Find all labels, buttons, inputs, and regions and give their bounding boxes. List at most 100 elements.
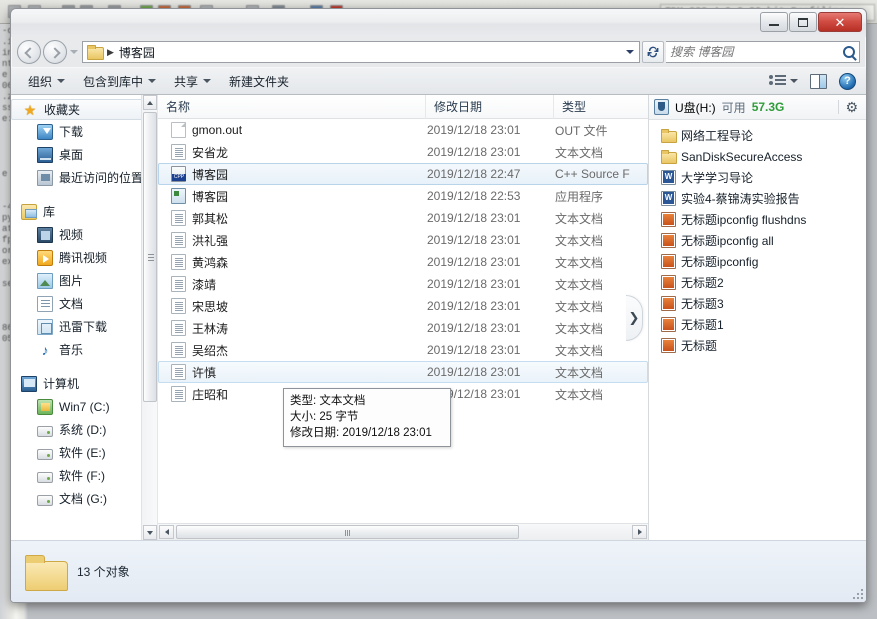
toolbar-right-group: ? <box>769 72 858 90</box>
scroll-down-button[interactable] <box>143 525 157 540</box>
sidebar-item-label: 软件 (E:) <box>59 446 106 460</box>
table-row[interactable]: 吴绍杰 2019/12/18 23:01 文本文档 <box>158 339 648 361</box>
minimize-button[interactable] <box>760 12 788 32</box>
table-row[interactable]: 安省龙 2019/12/18 23:01 文本文档 <box>158 141 648 163</box>
navigation-scrollbar[interactable] <box>141 95 157 540</box>
ppt-doc-icon <box>661 338 676 353</box>
sidebar-item-downloads[interactable]: 下载 <box>11 120 157 143</box>
preview-pane-icon[interactable] <box>810 73 827 89</box>
column-header-type[interactable]: 类型 <box>554 95 648 119</box>
folder-icon <box>661 128 677 143</box>
toolbar-include-in-library[interactable]: 包含到库中 <box>74 70 165 93</box>
views-chevron-down-icon[interactable] <box>790 79 798 83</box>
exe-file-icon <box>171 188 186 204</box>
table-row-hovered[interactable]: 许慎 2019/12/18 23:01 文本文档 <box>158 361 648 383</box>
table-row[interactable]: 洪礼强 2019/12/18 23:01 文本文档 <box>158 229 648 251</box>
list-item[interactable]: 无标题ipconfig flushdns <box>649 209 866 230</box>
table-row[interactable]: 郭其松 2019/12/18 23:01 文本文档 <box>158 207 648 229</box>
list-item[interactable]: 无标题ipconfig <box>649 251 866 272</box>
search-input[interactable] <box>670 45 843 59</box>
scroll-up-button[interactable] <box>143 95 157 110</box>
file-type: 文本文档 <box>555 145 604 160</box>
help-icon[interactable]: ? <box>839 72 856 90</box>
table-row[interactable]: 宋思坡 2019/12/18 23:01 文本文档 <box>158 295 648 317</box>
sidebar-item-drive-g[interactable]: 文档 (G:) <box>11 487 157 510</box>
sidebar-item-music[interactable]: ♪ 音乐 <box>11 338 157 361</box>
table-row[interactable]: gmon.out 2019/12/18 23:01 OUT 文件 <box>158 119 648 141</box>
file-name: 博客园 <box>192 189 229 204</box>
blank-file-icon <box>171 122 186 138</box>
table-row[interactable]: 黄鸿森 2019/12/18 23:01 文本文档 <box>158 251 648 273</box>
list-item[interactable]: 无标题3 <box>649 293 866 314</box>
sidebar-item-videos[interactable]: 视频 <box>11 223 157 246</box>
sidebar-item-label: 库 <box>43 205 56 219</box>
sidebar-item-drive-d[interactable]: 系统 (D:) <box>11 418 157 441</box>
scrollbar-thumb[interactable] <box>143 112 157 402</box>
sidebar-item-recent-places[interactable]: 最近访问的位置 <box>11 166 157 189</box>
sidebar-item-drive-c[interactable]: Win7 (C:) <box>11 395 157 418</box>
sidebar-item-drive-f[interactable]: 软件 (F:) <box>11 464 157 487</box>
text-file-icon <box>171 386 186 402</box>
ppt-doc-icon <box>661 233 676 248</box>
sidebar-item-computer[interactable]: 计算机 <box>11 372 157 395</box>
list-item[interactable]: 无标题1 <box>649 314 866 335</box>
file-date: 2019/12/18 23:01 <box>427 365 521 379</box>
sidebar-item-drive-e[interactable]: 软件 (E:) <box>11 441 157 464</box>
toolbar-organize[interactable]: 组织 <box>19 70 74 93</box>
table-row[interactable]: 王林涛 2019/12/18 23:01 文本文档 <box>158 317 648 339</box>
maximize-button[interactable] <box>789 12 817 32</box>
refresh-icon <box>647 46 659 58</box>
file-tooltip: 类型: 文本文档 大小: 25 字节 修改日期: 2019/12/18 23:0… <box>283 388 451 447</box>
list-item-label: 网络工程导论 <box>681 129 754 143</box>
scroll-right-button[interactable] <box>632 525 647 539</box>
file-type: 文本文档 <box>555 255 604 270</box>
search-box[interactable] <box>666 41 860 63</box>
column-header-name[interactable]: 名称 <box>158 95 426 119</box>
list-item-label: 实验4-蔡锦涛实验报告 <box>681 192 800 206</box>
list-item[interactable]: 无标题2 <box>649 272 866 293</box>
forward-button[interactable] <box>43 40 67 64</box>
sidebar-item-desktop[interactable]: 桌面 <box>11 143 157 166</box>
gear-icon[interactable]: ⚙ <box>845 100 858 114</box>
sidebar-item-tencent-video[interactable]: 腾讯视频 <box>11 246 157 269</box>
close-button[interactable]: ✕ <box>818 12 862 32</box>
file-date: 2019/12/18 23:01 <box>427 255 521 269</box>
file-name: 郭其松 <box>192 211 229 226</box>
sidebar-item-libraries[interactable]: 库 <box>11 200 157 223</box>
sidebar-item-label: 文档 (G:) <box>59 492 107 506</box>
table-row[interactable]: 博客园 2019/12/18 22:53 应用程序 <box>158 185 648 207</box>
file-list-horizontal-scrollbar[interactable] <box>158 523 648 540</box>
table-row[interactable]: 漆靖 2019/12/18 23:01 文本文档 <box>158 273 648 295</box>
sidebar-item-favorites[interactable]: ★ 收藏夹 <box>11 99 155 120</box>
sidebar-item-thunder-download[interactable]: 迅雷下载 <box>11 315 157 338</box>
history-dropdown-button[interactable] <box>69 41 80 63</box>
breadcrumb-path[interactable]: 博客园 <box>119 44 155 61</box>
sidebar-item-pictures[interactable]: 图片 <box>11 269 157 292</box>
scroll-left-button[interactable] <box>159 525 174 539</box>
list-item[interactable]: 网络工程导论 <box>649 125 866 146</box>
column-header-date[interactable]: 修改日期 <box>426 95 554 119</box>
file-date: 2019/12/18 23:01 <box>427 343 521 357</box>
sidebar-item-label: 计算机 <box>43 377 80 391</box>
views-icon[interactable] <box>769 74 787 88</box>
toolbar-share[interactable]: 共享 <box>165 70 220 93</box>
list-item[interactable]: 无标题 <box>649 335 866 356</box>
sidebar-item-documents[interactable]: 文档 <box>11 292 157 315</box>
list-item[interactable]: 大学学习导论 <box>649 167 866 188</box>
toolbar-new-folder[interactable]: 新建文件夹 <box>220 70 298 93</box>
file-name: 王林涛 <box>192 321 229 336</box>
address-bar[interactable]: ▶ 博客园 <box>82 41 640 63</box>
list-item[interactable]: 无标题ipconfig all <box>649 230 866 251</box>
scrollbar-thumb[interactable] <box>176 525 519 539</box>
list-item[interactable]: SanDiskSecureAccess <box>649 146 866 167</box>
refresh-button[interactable] <box>642 41 664 63</box>
window-titlebar[interactable]: ✕ <box>11 9 866 37</box>
sidebar-item-label: 视频 <box>59 228 84 242</box>
file-name: 洪礼强 <box>192 233 229 248</box>
resize-grip[interactable] <box>851 587 863 599</box>
list-item[interactable]: 实验4-蔡锦涛实验报告 <box>649 188 866 209</box>
table-row-selected[interactable]: 博客园 2019/12/18 22:47 C++ Source F <box>158 163 648 185</box>
address-dropdown-button[interactable] <box>621 43 638 61</box>
back-button[interactable] <box>17 40 41 64</box>
list-item-label: 无标题1 <box>681 318 724 332</box>
